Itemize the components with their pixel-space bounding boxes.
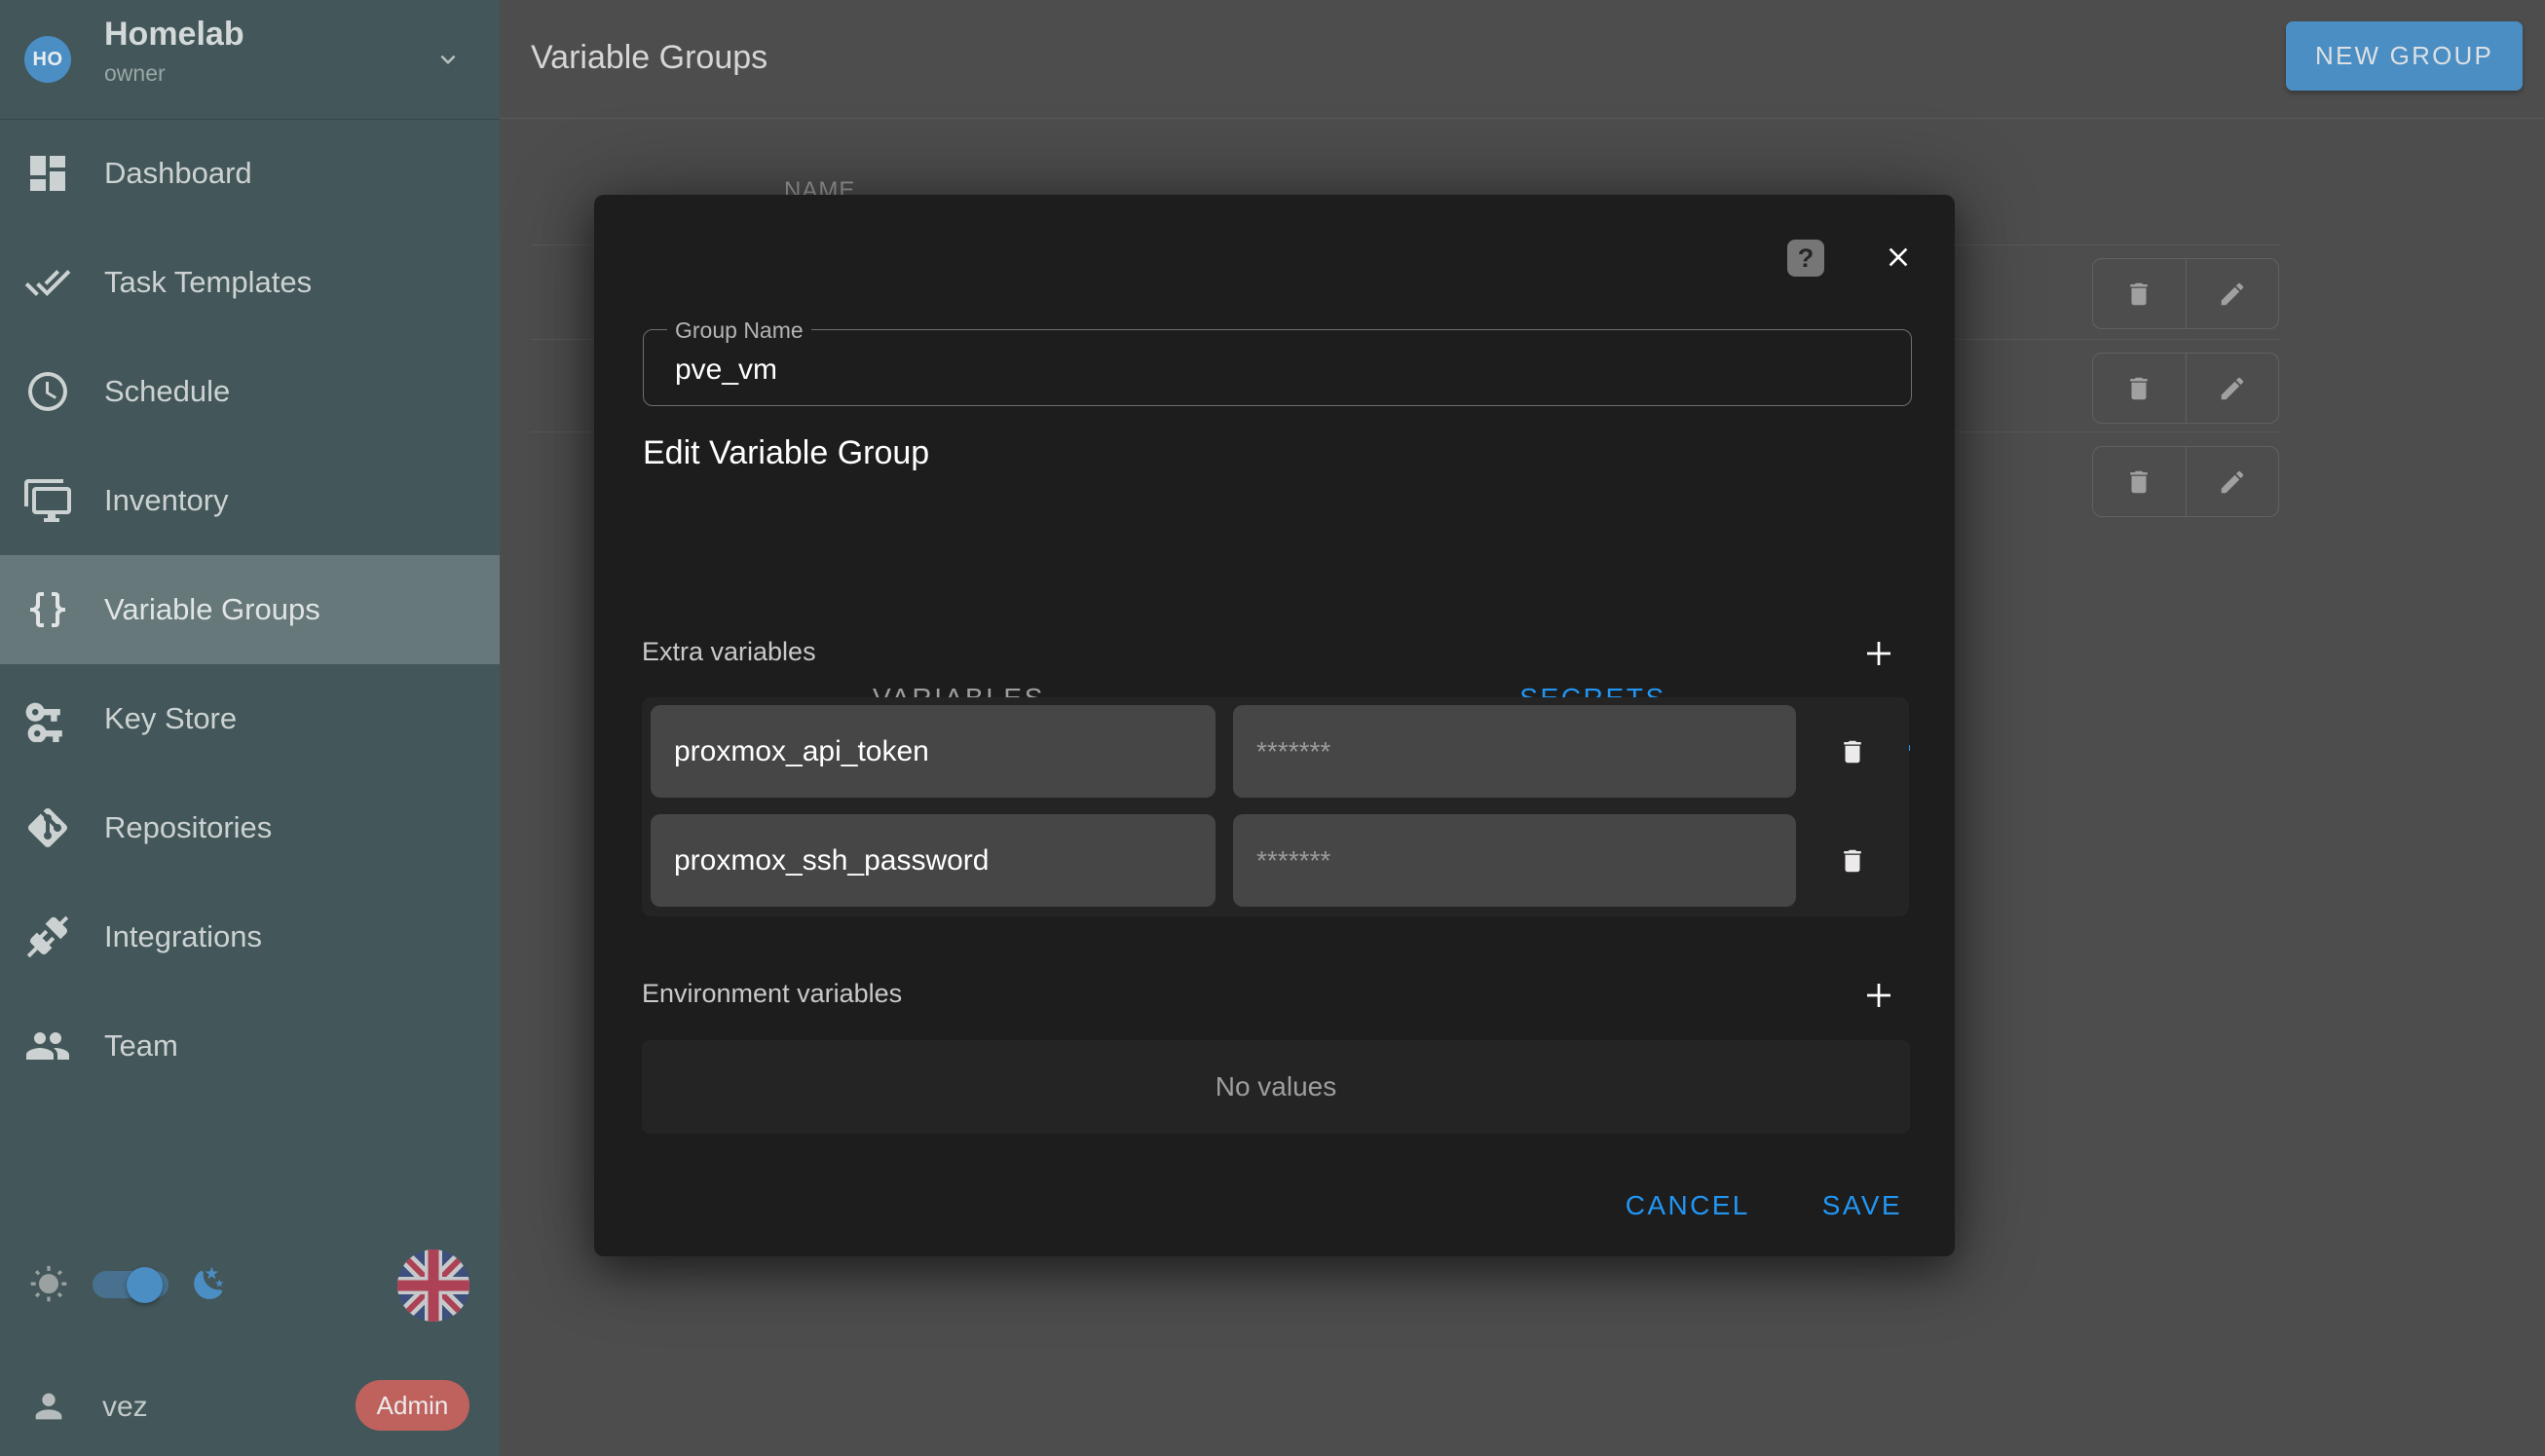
clock-icon <box>24 368 71 415</box>
dashboard-icon <box>24 150 71 197</box>
delete-row-button[interactable] <box>2093 259 2187 328</box>
sidebar-item-label: Dashboard <box>104 156 252 191</box>
edit-row-button[interactable] <box>2187 259 2279 328</box>
edit-row-button[interactable] <box>2187 447 2279 516</box>
sidebar-nav: Dashboard Task Templates Schedule Invent… <box>0 119 500 1101</box>
sidebar-item-label: Schedule <box>104 374 230 409</box>
help-button[interactable]: ? <box>1787 240 1824 277</box>
sidebar-item-label: Integrations <box>104 919 262 954</box>
sidebar-item-label: Inventory <box>104 483 229 518</box>
sidebar-item-dashboard[interactable]: Dashboard <box>0 119 500 228</box>
table-row-actions <box>2092 353 2279 424</box>
code-braces-icon <box>24 586 71 633</box>
chevron-down-icon[interactable] <box>433 45 463 74</box>
sidebar-item-label: Task Templates <box>104 265 312 300</box>
group-name-field[interactable]: Group Name pve_vm <box>643 329 1912 406</box>
secret-name-input[interactable]: proxmox_ssh_password <box>651 814 1216 907</box>
project-name: Homelab <box>104 16 244 54</box>
extra-variables-panel: proxmox_api_token ******* proxmox_ssh_pa… <box>642 697 1909 916</box>
table-row-actions <box>2092 446 2279 517</box>
delete-variable-button[interactable] <box>1796 736 1909 767</box>
key-chain-icon <box>24 695 71 742</box>
account-multiple-icon <box>24 1023 71 1069</box>
sidebar-item-key-store[interactable]: Key Store <box>0 664 500 773</box>
cancel-button[interactable]: CANCEL <box>1620 1180 1756 1231</box>
sidebar-item-variable-groups[interactable]: Variable Groups <box>0 555 500 664</box>
uk-flag-language-button[interactable] <box>397 1250 469 1322</box>
group-name-label: Group Name <box>667 317 811 344</box>
secret-value-input[interactable]: ******* <box>1233 705 1796 798</box>
group-name-value[interactable]: pve_vm <box>675 354 777 387</box>
page-header: Variable Groups NEW GROUP <box>500 0 2545 119</box>
project-avatar: HO <box>24 36 71 83</box>
sun-icon <box>29 1265 68 1304</box>
moon-stars-icon <box>191 1265 228 1302</box>
check-all-icon <box>24 259 71 306</box>
sidebar-item-integrations[interactable]: Integrations <box>0 882 500 991</box>
table-row-actions <box>2092 258 2279 329</box>
sidebar-item-label: Repositories <box>104 810 272 845</box>
add-environment-variable-button[interactable] <box>1857 974 1900 1017</box>
app-root: { "app": { "accent_blue": "#2196f3", "bu… <box>0 0 2545 1456</box>
sidebar-item-label: Team <box>104 1028 178 1064</box>
add-extra-variable-button[interactable] <box>1857 632 1900 675</box>
extra-variables-label: Extra variables <box>642 637 816 667</box>
new-group-button[interactable]: NEW GROUP <box>2286 21 2523 91</box>
sidebar-item-repositories[interactable]: Repositories <box>0 773 500 882</box>
admin-badge: Admin <box>356 1380 469 1431</box>
theme-toggle-thumb[interactable] <box>127 1267 163 1303</box>
dialog-actions: CANCEL SAVE <box>1620 1180 1908 1231</box>
project-switcher[interactable]: HO Homelab owner <box>0 0 500 120</box>
secret-variable-row: proxmox_api_token ******* <box>651 705 1909 798</box>
delete-row-button[interactable] <box>2093 354 2187 423</box>
close-icon[interactable] <box>1883 242 1914 273</box>
git-icon <box>24 804 71 851</box>
delete-row-button[interactable] <box>2093 447 2187 516</box>
secret-value-input[interactable]: ******* <box>1233 814 1796 907</box>
page-title: Variable Groups <box>531 39 767 77</box>
secret-variable-row: proxmox_ssh_password ******* <box>651 814 1909 907</box>
edit-row-button[interactable] <box>2187 354 2279 423</box>
monitor-multiple-icon <box>24 477 71 524</box>
secret-name-input[interactable]: proxmox_api_token <box>651 705 1216 798</box>
environment-variables-empty-state: No values <box>642 1040 1910 1134</box>
sidebar-item-task-templates[interactable]: Task Templates <box>0 228 500 337</box>
dialog-title: Edit Variable Group <box>643 431 929 474</box>
save-button[interactable]: SAVE <box>1816 1180 1908 1231</box>
project-role: owner <box>104 60 166 87</box>
username[interactable]: vez <box>102 1391 148 1424</box>
edit-variable-group-dialog: Edit Variable Group ? Group Name pve_vm … <box>594 195 1955 1256</box>
sidebar: HO Homelab owner Dashboard Task Template… <box>0 0 500 1456</box>
delete-variable-button[interactable] <box>1796 845 1909 877</box>
sidebar-item-label: Variable Groups <box>104 592 320 627</box>
sidebar-item-schedule[interactable]: Schedule <box>0 337 500 446</box>
connection-icon <box>24 914 71 960</box>
sidebar-item-inventory[interactable]: Inventory <box>0 446 500 555</box>
sidebar-item-label: Key Store <box>104 701 237 736</box>
sidebar-item-team[interactable]: Team <box>0 991 500 1101</box>
environment-variables-label: Environment variables <box>642 979 902 1009</box>
account-icon <box>29 1387 68 1426</box>
